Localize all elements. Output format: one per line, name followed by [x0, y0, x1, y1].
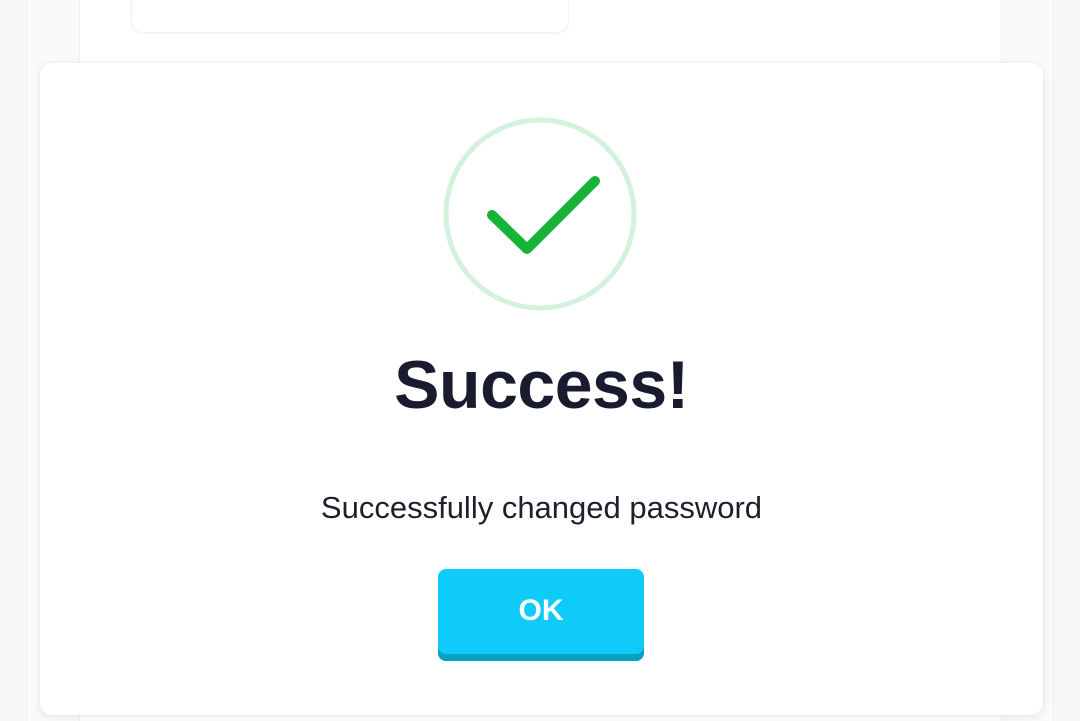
dialog-title: Success!	[394, 347, 689, 423]
checkmark-circle-icon	[443, 117, 637, 311]
dialog-message: Successfully changed password	[320, 490, 763, 525]
success-dialog: Success! Successfully changed password O…	[40, 63, 1043, 715]
ok-button[interactable]: OK	[438, 569, 644, 661]
